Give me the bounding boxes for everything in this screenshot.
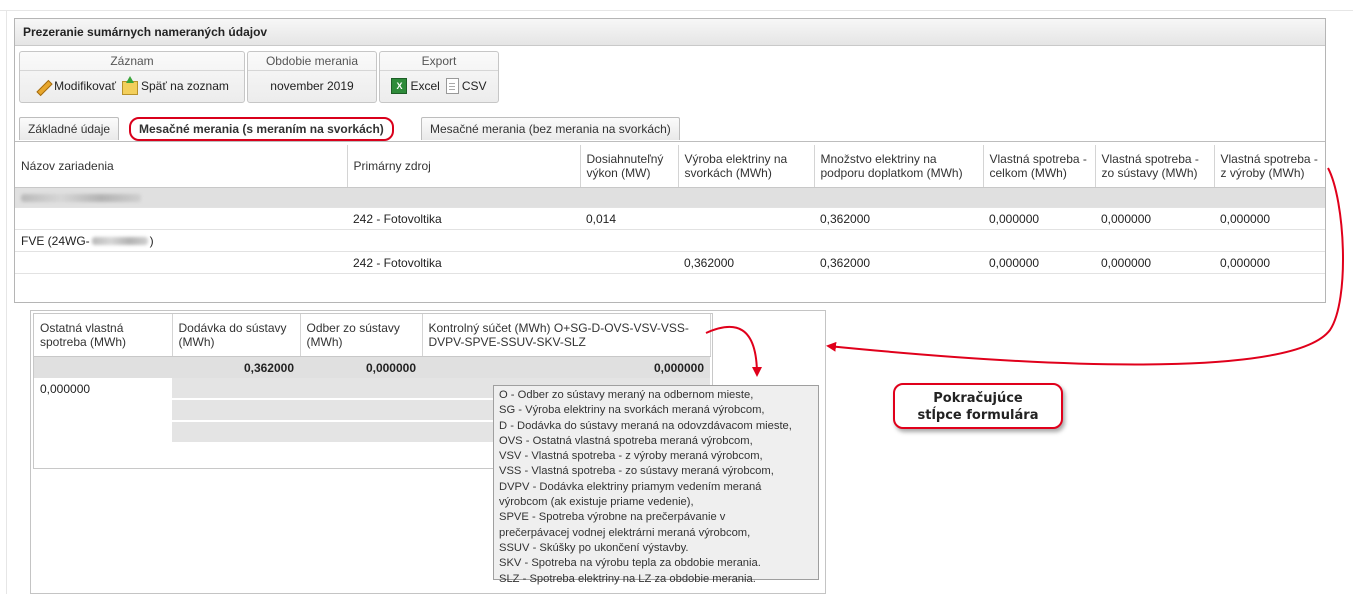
annotation-arrows: [705, 167, 1344, 377]
big-curved-arrow: [826, 167, 1344, 366]
control-sum-arrow: [705, 325, 762, 377]
